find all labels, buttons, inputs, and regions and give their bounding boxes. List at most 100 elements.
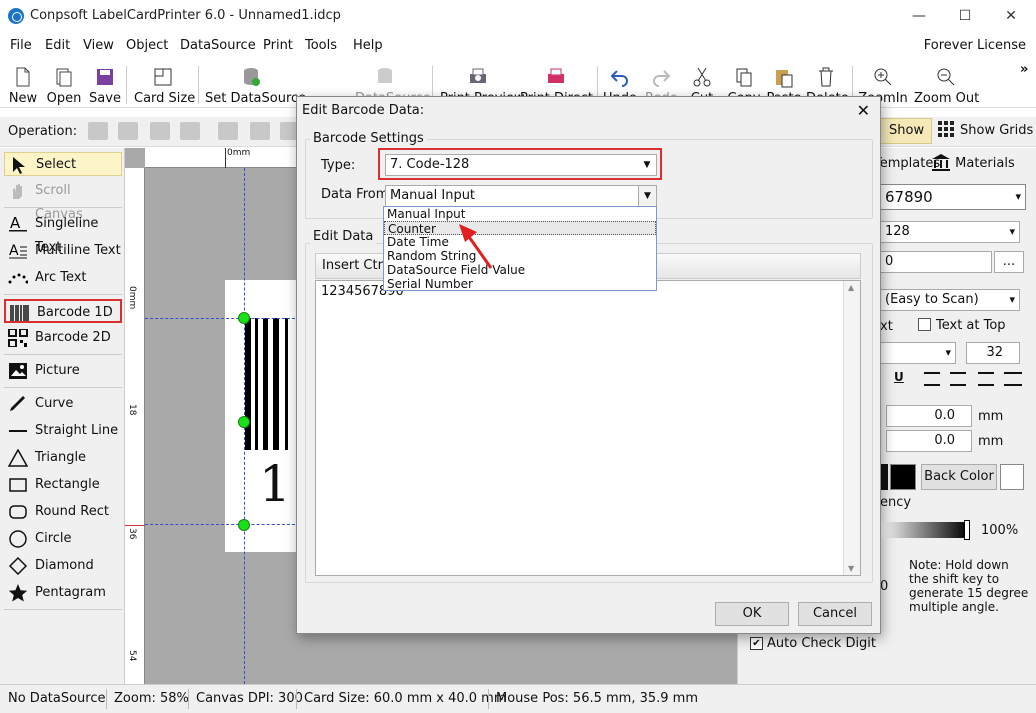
menu-object[interactable]: Object: [126, 38, 168, 53]
tab-materials[interactable]: Materials: [931, 153, 1015, 171]
data-from-select[interactable]: Manual Input ▼: [385, 185, 657, 207]
multiline-text-icon: A: [9, 243, 27, 259]
maximize-button[interactable]: ☐: [942, 0, 988, 32]
vertical-ruler: 0mm 18 36 54: [125, 168, 145, 684]
resize-handle[interactable]: [238, 312, 250, 324]
open-button[interactable]: Open: [46, 64, 82, 108]
transparency-slider[interactable]: [880, 522, 968, 538]
barcode-data-textarea[interactable]: 1234567890 ▲ ▼: [315, 280, 861, 576]
font-size-spinner[interactable]: 32: [966, 342, 1020, 364]
option-manual-input[interactable]: Manual Input: [384, 207, 656, 221]
align-center-icon[interactable]: [950, 372, 966, 386]
close-window-button[interactable]: ✕: [988, 0, 1034, 32]
layer-down-icon[interactable]: [118, 122, 138, 140]
barcode-type-combo[interactable]: 128: [880, 221, 1020, 243]
zoom-out-button[interactable]: Zoom Out: [914, 64, 979, 108]
y-offset-spinner[interactable]: 0.0: [886, 430, 972, 452]
align-left-icon[interactable]: [924, 372, 940, 386]
new-button[interactable]: New: [6, 64, 40, 108]
card-size-icon: [154, 68, 172, 86]
save-icon: [97, 69, 113, 85]
label-card[interactable]: 1:: [225, 280, 308, 552]
toolbar-overflow-button[interactable]: »: [1020, 62, 1028, 77]
cancel-button[interactable]: Cancel: [798, 602, 872, 626]
layer-up-icon[interactable]: [88, 122, 108, 140]
tool-round-rect[interactable]: Round Rect: [4, 500, 122, 524]
set-datasource-button[interactable]: Set DataSource: [205, 64, 306, 108]
back-color-button[interactable]: Back Color: [921, 464, 997, 490]
tool-barcode-1d[interactable]: Barcode 1D: [4, 299, 122, 323]
data-from-label: Data From:: [321, 187, 393, 202]
tool-diamond[interactable]: Diamond: [4, 554, 122, 578]
align-right-icon[interactable]: [978, 372, 994, 386]
resize-handle[interactable]: [238, 416, 250, 428]
tool-multiline-text[interactable]: A Multiline Text: [4, 239, 122, 263]
tool-pentagram[interactable]: Pentagram: [4, 581, 122, 605]
resize-handle[interactable]: [238, 519, 250, 531]
show-grids-button[interactable]: Show Grids: [938, 121, 1033, 138]
menu-print[interactable]: Print: [263, 38, 293, 53]
auto-check-digit-label: Auto Check Digit: [767, 636, 877, 651]
tool-rectangle[interactable]: Rectangle: [4, 473, 122, 497]
tool-arc-text[interactable]: Arc Text: [4, 266, 122, 290]
star-icon: [8, 584, 28, 602]
slider-handle[interactable]: [964, 520, 970, 540]
option-counter[interactable]: Counter: [384, 221, 656, 236]
divider: [4, 294, 122, 295]
option-date-time[interactable]: Date Time: [384, 235, 656, 249]
menu-file[interactable]: File: [10, 38, 32, 53]
tool-picture[interactable]: Picture: [4, 359, 122, 383]
more-button[interactable]: ...: [994, 251, 1024, 273]
minimize-button[interactable]: —: [896, 0, 942, 32]
tool-select[interactable]: Select: [4, 152, 122, 176]
card-size-button[interactable]: Card Size: [134, 64, 195, 108]
readability-combo[interactable]: (Easy to Scan): [880, 289, 1020, 311]
fore-color-swatch[interactable]: [890, 464, 916, 490]
menu-edit[interactable]: Edit: [45, 38, 70, 53]
tool-singleline-text[interactable]: A Singleline Text: [4, 212, 122, 255]
justify-icon[interactable]: [1004, 372, 1022, 386]
layer-top-icon[interactable]: [150, 122, 170, 140]
menu-help[interactable]: Help: [353, 38, 383, 53]
tool-barcode-2d[interactable]: Barcode 2D: [4, 326, 122, 350]
x-offset-spinner[interactable]: 0.0: [886, 405, 972, 427]
transparency-value: 100%: [981, 523, 1019, 538]
scroll-down-icon[interactable]: ▼: [848, 564, 854, 573]
menu-bar: File Edit View Object DataSource Print T…: [0, 34, 1036, 58]
text-at-top-checkbox[interactable]: [918, 318, 931, 331]
ok-button[interactable]: OK: [715, 602, 789, 626]
option-random-string[interactable]: Random String: [384, 249, 656, 263]
menu-datasource[interactable]: DataSource: [180, 38, 256, 53]
triangle-icon: [8, 449, 28, 467]
auto-check-digit-checkbox[interactable]: ✔: [750, 637, 763, 650]
tool-straight-line[interactable]: Straight Line: [4, 419, 122, 443]
option-datasource-field-value[interactable]: DataSource Field Value: [384, 263, 656, 277]
tool-circle[interactable]: Circle: [4, 527, 122, 551]
align-left-icon[interactable]: [218, 122, 238, 140]
show-text-label: xt: [880, 319, 893, 334]
menu-tools[interactable]: Tools: [305, 38, 337, 53]
data-source-field[interactable]: 0: [880, 251, 992, 273]
align-center-icon[interactable]: [250, 122, 270, 140]
barcode-value-combo[interactable]: 67890: [880, 184, 1026, 210]
font-name-combo[interactable]: [880, 342, 956, 364]
tool-scroll-canvas[interactable]: Scroll Canvas: [4, 179, 122, 222]
dialog-close-button[interactable]: ✕: [857, 101, 870, 120]
barcode-type-select[interactable]: 7. Code-128 ▼: [385, 154, 657, 176]
type-label: Type:: [321, 158, 356, 173]
layer-bottom-icon[interactable]: [180, 122, 200, 140]
vertical-scrollbar[interactable]: ▲ ▼: [843, 281, 860, 575]
fore-color-swatch[interactable]: [880, 464, 888, 490]
tool-triangle[interactable]: Triangle: [4, 446, 122, 470]
app-logo-icon: [8, 8, 24, 24]
scroll-up-icon[interactable]: ▲: [848, 283, 854, 292]
arc-text-icon: [8, 273, 28, 284]
menu-view[interactable]: View: [83, 38, 114, 53]
tool-curve[interactable]: Curve: [4, 392, 122, 416]
save-button[interactable]: Save: [88, 64, 122, 108]
back-color-swatch[interactable]: [1000, 464, 1024, 490]
option-serial-number[interactable]: Serial Number: [384, 277, 656, 291]
hand-icon: [13, 184, 22, 199]
window-title: Conpsoft LabelCardPrinter 6.0 - Unnamed1…: [30, 8, 341, 23]
underline-button[interactable]: U: [894, 370, 904, 384]
